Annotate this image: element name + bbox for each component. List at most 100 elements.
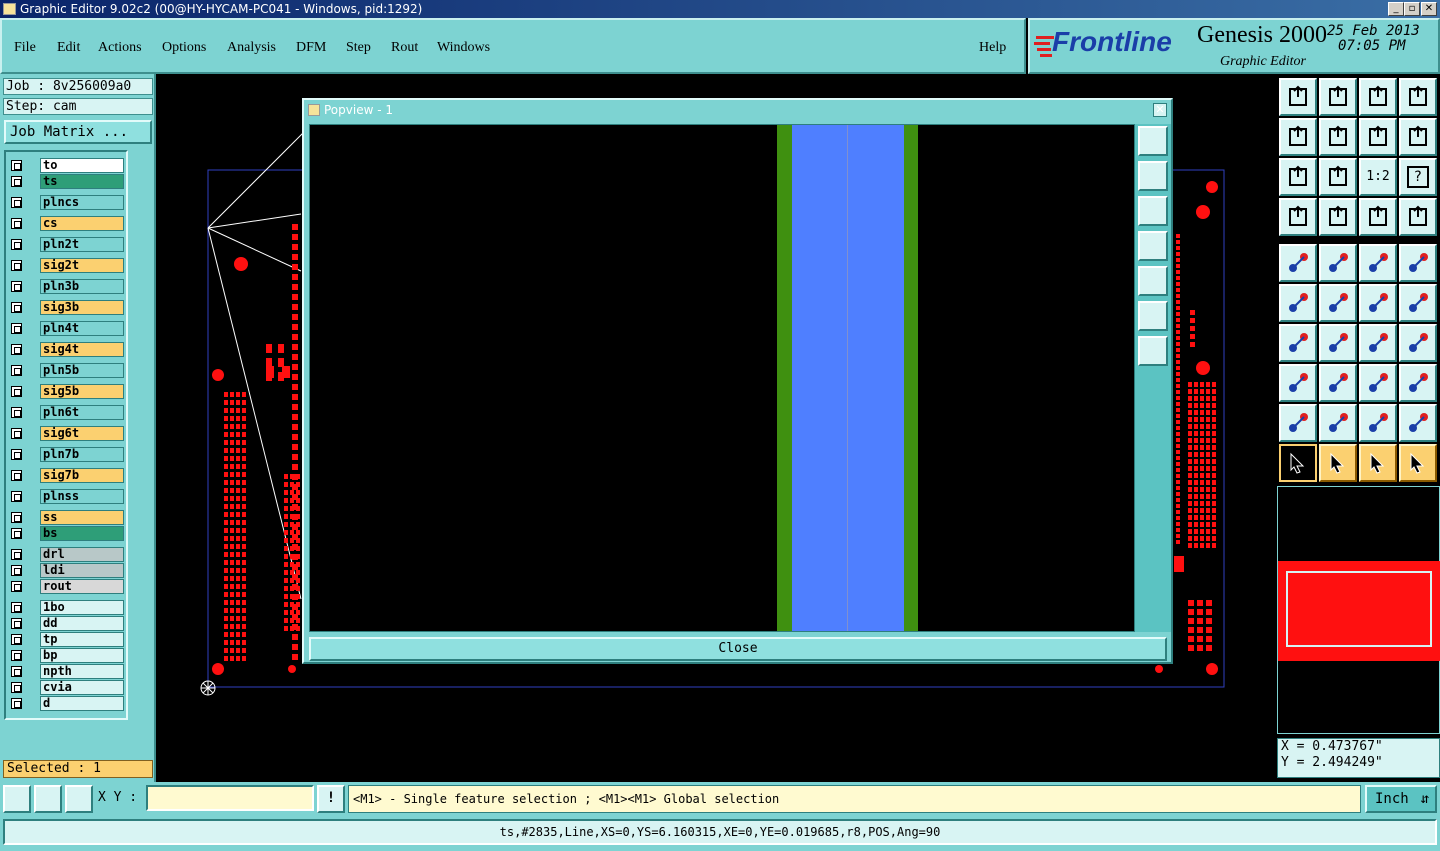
layer-checkbox[interactable] xyxy=(11,470,22,481)
layer-checkbox[interactable] xyxy=(11,528,22,539)
layer-name[interactable]: d xyxy=(40,696,124,711)
menu-help[interactable]: Help xyxy=(979,40,1006,56)
popview-pan-down-icon[interactable] xyxy=(1138,196,1168,226)
layer-row-bs[interactable]: bs xyxy=(9,526,129,541)
snap-mode-icon[interactable] xyxy=(3,785,31,813)
layer-checkbox[interactable] xyxy=(11,176,22,187)
layer-name[interactable]: ts xyxy=(40,174,124,189)
layer-row-ss[interactable]: ss xyxy=(9,510,129,525)
layer-name[interactable]: sig5b xyxy=(40,384,124,399)
layer-checkbox[interactable] xyxy=(11,197,22,208)
tool-grid-icon[interactable] xyxy=(1319,198,1357,236)
layer-name[interactable]: pln2t xyxy=(40,237,124,252)
tool-add-pad-icon[interactable] xyxy=(1279,244,1317,282)
tool-window-icon[interactable] xyxy=(1399,78,1437,116)
layer-checkbox[interactable] xyxy=(11,491,22,502)
layer-row-sig6t[interactable]: sig6t xyxy=(9,426,129,441)
menu-rout[interactable]: Rout xyxy=(391,40,418,56)
layer-row-cs[interactable]: cs xyxy=(9,216,129,231)
layer-checkbox[interactable] xyxy=(11,239,22,250)
layer-checkbox[interactable] xyxy=(11,302,22,313)
tool-route-icon[interactable] xyxy=(1399,324,1437,362)
popview-pan-up-icon[interactable] xyxy=(1138,161,1168,191)
layer-name[interactable]: sig4t xyxy=(40,342,124,357)
tool-measure-icon[interactable] xyxy=(1279,198,1317,236)
tool-copy-icon[interactable] xyxy=(1399,284,1437,322)
menu-actions[interactable]: Actions xyxy=(98,40,142,56)
layer-row-pln7b[interactable]: pln7b xyxy=(9,447,129,462)
menu-windows[interactable]: Windows xyxy=(437,40,490,56)
maximize-button[interactable]: ▫ xyxy=(1404,2,1420,16)
popview-canvas[interactable] xyxy=(309,124,1135,632)
layer-row-sig4t[interactable]: sig4t xyxy=(9,342,129,357)
angle-mode-icon[interactable] xyxy=(34,785,62,813)
layer-name[interactable]: 1bo xyxy=(40,600,124,615)
popview-zoom-fit-icon[interactable] xyxy=(1138,301,1168,331)
tool-move-icon[interactable] xyxy=(1359,284,1397,322)
close-window-button[interactable]: ✕ xyxy=(1421,2,1437,16)
menu-step[interactable]: Step xyxy=(346,40,371,56)
grid-mode-icon[interactable] xyxy=(65,785,93,813)
layer-row-sig7b[interactable]: sig7b xyxy=(9,468,129,483)
tool-triangle2-icon[interactable] xyxy=(1319,404,1357,442)
tool-right-icon[interactable] xyxy=(1319,118,1357,156)
tool-pointer-box-icon[interactable] xyxy=(1319,444,1357,482)
tool-pad-icon[interactable] xyxy=(1399,244,1437,282)
layer-row-bp[interactable]: bp xyxy=(9,648,129,663)
layer-name[interactable]: drl xyxy=(40,547,124,562)
exclamation-button[interactable]: ! xyxy=(317,785,345,813)
layer-name[interactable]: ldi xyxy=(40,563,124,578)
layer-name[interactable]: plnss xyxy=(40,489,124,504)
layer-checkbox[interactable] xyxy=(11,618,22,629)
layer-checkbox[interactable] xyxy=(11,682,22,693)
layer-checkbox[interactable] xyxy=(11,512,22,523)
layer-name[interactable]: bp xyxy=(40,648,124,663)
tool-fit-icon[interactable] xyxy=(1279,158,1317,196)
overview-viewport[interactable] xyxy=(1286,571,1432,647)
tool-arc-icon[interactable] xyxy=(1359,324,1397,362)
menu-file[interactable]: File xyxy=(14,40,36,56)
tool-triangle-icon[interactable] xyxy=(1279,404,1317,442)
popview-close-button[interactable]: Close xyxy=(309,637,1167,661)
layer-row-sig5b[interactable]: sig5b xyxy=(9,384,129,399)
tool-polygon-icon[interactable] xyxy=(1319,244,1357,282)
layer-checkbox[interactable] xyxy=(11,698,22,709)
tool-line-icon[interactable] xyxy=(1319,324,1357,362)
layer-row-1bo[interactable]: 1bo xyxy=(9,600,129,615)
menu-analysis[interactable]: Analysis xyxy=(227,40,276,56)
layer-name[interactable]: pln7b xyxy=(40,447,124,462)
popview-zoom-home-icon[interactable] xyxy=(1138,336,1168,366)
layer-name[interactable]: plncs xyxy=(40,195,124,210)
layer-name[interactable]: sig7b xyxy=(40,468,124,483)
layer-row-sig3b[interactable]: sig3b xyxy=(9,300,129,315)
layer-name[interactable]: ss xyxy=(40,510,124,525)
layer-checkbox[interactable] xyxy=(11,650,22,661)
layer-checkbox[interactable] xyxy=(11,666,22,677)
layer-checkbox[interactable] xyxy=(11,428,22,439)
layer-checkbox[interactable] xyxy=(11,602,22,613)
tool-up-icon[interactable] xyxy=(1279,78,1317,116)
tool-left-icon[interactable] xyxy=(1279,118,1317,156)
layer-row-rout[interactable]: rout xyxy=(9,579,129,594)
layer-name[interactable]: sig6t xyxy=(40,426,124,441)
layer-row-ldi[interactable]: ldi xyxy=(9,563,129,578)
layer-checkbox[interactable] xyxy=(11,581,22,592)
layer-checkbox[interactable] xyxy=(11,386,22,397)
layer-checkbox[interactable] xyxy=(11,549,22,560)
layer-checkbox[interactable] xyxy=(11,218,22,229)
layer-checkbox[interactable] xyxy=(11,281,22,292)
layer-name[interactable]: pln4t xyxy=(40,321,124,336)
tool-path-icon[interactable] xyxy=(1399,444,1437,482)
layer-checkbox[interactable] xyxy=(11,634,22,645)
tool-resize-icon[interactable] xyxy=(1359,364,1397,402)
layer-name[interactable]: to xyxy=(40,158,124,173)
layer-row-drl[interactable]: drl xyxy=(9,547,129,562)
layer-checkbox[interactable] xyxy=(11,323,22,334)
layer-name[interactable]: bs xyxy=(40,526,124,541)
popview-close-icon[interactable]: ✕ xyxy=(1153,103,1167,117)
tool-triangle4-icon[interactable] xyxy=(1399,404,1437,442)
layer-name[interactable]: pln3b xyxy=(40,279,124,294)
layer-name[interactable]: dd xyxy=(40,616,124,631)
layer-row-cvia[interactable]: cvia xyxy=(9,680,129,695)
tool-mirror-icon[interactable] xyxy=(1399,118,1437,156)
